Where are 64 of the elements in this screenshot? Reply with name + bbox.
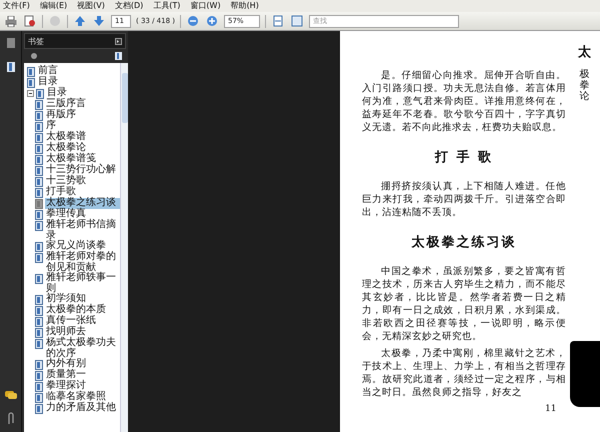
bookmark-item[interactable]: 拳理探讨 <box>45 381 120 392</box>
paragraph: 掤捋挤按须认真，上下相随人难进。任他巨力来打我，牵动四两拨千斤。引进落空合即出，沾连粘随不丢顶。 <box>362 180 566 219</box>
comment-icon[interactable] <box>4 390 18 400</box>
page-number: 11 <box>545 404 556 414</box>
menu-item[interactable]: 窗口(W) <box>190 1 221 11</box>
bookmark-item[interactable]: 临摹名家拳照 <box>45 392 120 402</box>
collapse-icon[interactable] <box>27 90 34 97</box>
menu-item[interactable]: 视图(V) <box>77 1 105 11</box>
section-heading: 太极拳之练习谈 <box>410 234 518 251</box>
full-screen-icon[interactable] <box>290 14 304 28</box>
paragraph: 太极拳，乃柔中寓刚，棉里藏针之艺术，于技术上、生理上、力学上，有相当之哲理存焉。故研究此道者，须经过一定之程序，与相当之时日。虽然良师之指导，好友之 <box>362 347 566 399</box>
bookmark-icon[interactable] <box>6 61 16 73</box>
up-arrow-icon[interactable] <box>73 14 87 28</box>
collapse-panel-icon[interactable] <box>115 38 122 44</box>
bookmark-item[interactable]: 家兄义尚谈拳 <box>45 241 120 252</box>
section-heading: 打 手 歌 <box>434 148 494 166</box>
bookmark-item[interactable]: 找明师去 <box>45 327 120 338</box>
bookmark-icon <box>35 274 43 284</box>
menu-item[interactable]: 文件(F) <box>3 1 30 11</box>
bookmark-item[interactable]: 雅轩老师轶事一则 <box>45 273 120 294</box>
zoom-in-icon[interactable] <box>205 14 219 28</box>
scrollbar[interactable] <box>120 63 128 432</box>
fit-page-icon[interactable] <box>271 14 285 28</box>
menu-item[interactable]: 编辑(E) <box>40 1 68 11</box>
paragraph: 是。仔细留心向推求。屈伸开合听自由。入门引路须口授。功夫无息法自修。若言体用何为准，意气君来骨肉臣。详推用意终何在，益寿延年不老春。歌兮歌兮百四十，字字真切义无遗。若不向此推求去，枉费功夫贻叹息。 <box>362 69 566 134</box>
bookmark-item[interactable]: 十三势歌 <box>45 176 120 186</box>
bookmark-item[interactable]: 雅轩老师书信摘录 <box>45 220 120 241</box>
bookmark-item[interactable]: 拳理传真 <box>45 209 120 220</box>
paperclip-icon[interactable] <box>6 412 16 426</box>
bookmark-item[interactable]: 序 <box>45 121 120 132</box>
side-caption: 极拳论 <box>580 69 590 102</box>
bookmark-item[interactable]: 打手歌 <box>45 187 120 198</box>
photo-placeholder <box>570 341 600 407</box>
zoom-out-icon[interactable] <box>186 14 200 28</box>
bookmark-item[interactable]: 目录 <box>37 77 120 88</box>
bookmark-item[interactable]: 太极拳谱 <box>45 132 120 142</box>
bookmark-item[interactable]: 力的矛盾及其他 <box>45 403 120 414</box>
bookmark-item[interactable]: 内外有别 <box>45 359 120 370</box>
scrollbar-thumb[interactable] <box>122 73 128 123</box>
panel-title: 书签 <box>28 36 44 46</box>
bookmark-item[interactable]: 杨式太极拳功夫的次序 <box>45 338 120 359</box>
bookmark-item[interactable]: 太极拳的本质 <box>45 305 120 316</box>
bookmark-item[interactable]: 目录 <box>46 88 120 98</box>
bookmark-item[interactable]: 太极拳谱笺 <box>45 154 120 164</box>
bookmark-item[interactable]: 初学须知 <box>45 294 120 304</box>
bookmark-item[interactable]: 太极拳之练习谈 <box>45 198 120 208</box>
bookmark-item[interactable]: 质量第一 <box>45 370 120 380</box>
pages-icon[interactable] <box>6 37 16 49</box>
bookmark-item[interactable]: 十三势行功心解 <box>45 165 120 176</box>
side-title: 太 <box>578 44 591 61</box>
bookmark-item[interactable]: 太极拳论 <box>45 143 120 154</box>
bookmark-item[interactable]: 前言 <box>37 66 120 76</box>
bookmark-item[interactable]: 再版序 <box>45 110 120 120</box>
document-icon[interactable] <box>23 14 37 28</box>
paragraph: 中国之拳术，虽派别繁多，要之皆寓有哲理之技术，历来古人穷毕生之精力，而不能尽其玄妙者，比比皆是。然学者若费一日之精力，即有一日之成效，日积月累，水到渠成。非若欧西之田径赛等技，一说即明，略示便会，无精深玄妙之研究也。 <box>362 265 566 343</box>
menu-item[interactable]: 工具(T) <box>153 1 180 11</box>
menu-item[interactable]: 帮助(H) <box>230 1 259 11</box>
print-icon[interactable] <box>4 14 18 28</box>
bookmark-item[interactable]: 雅轩老师对拳的创见和贡献 <box>45 252 120 273</box>
bookmark-item[interactable]: 真传一张纸 <box>45 316 120 326</box>
down-arrow-icon[interactable] <box>92 14 106 28</box>
new-bookmark-icon[interactable] <box>114 51 124 61</box>
menu-item[interactable]: 文档(D) <box>114 1 144 11</box>
bookmark-item[interactable]: 三版序言 <box>45 99 120 110</box>
